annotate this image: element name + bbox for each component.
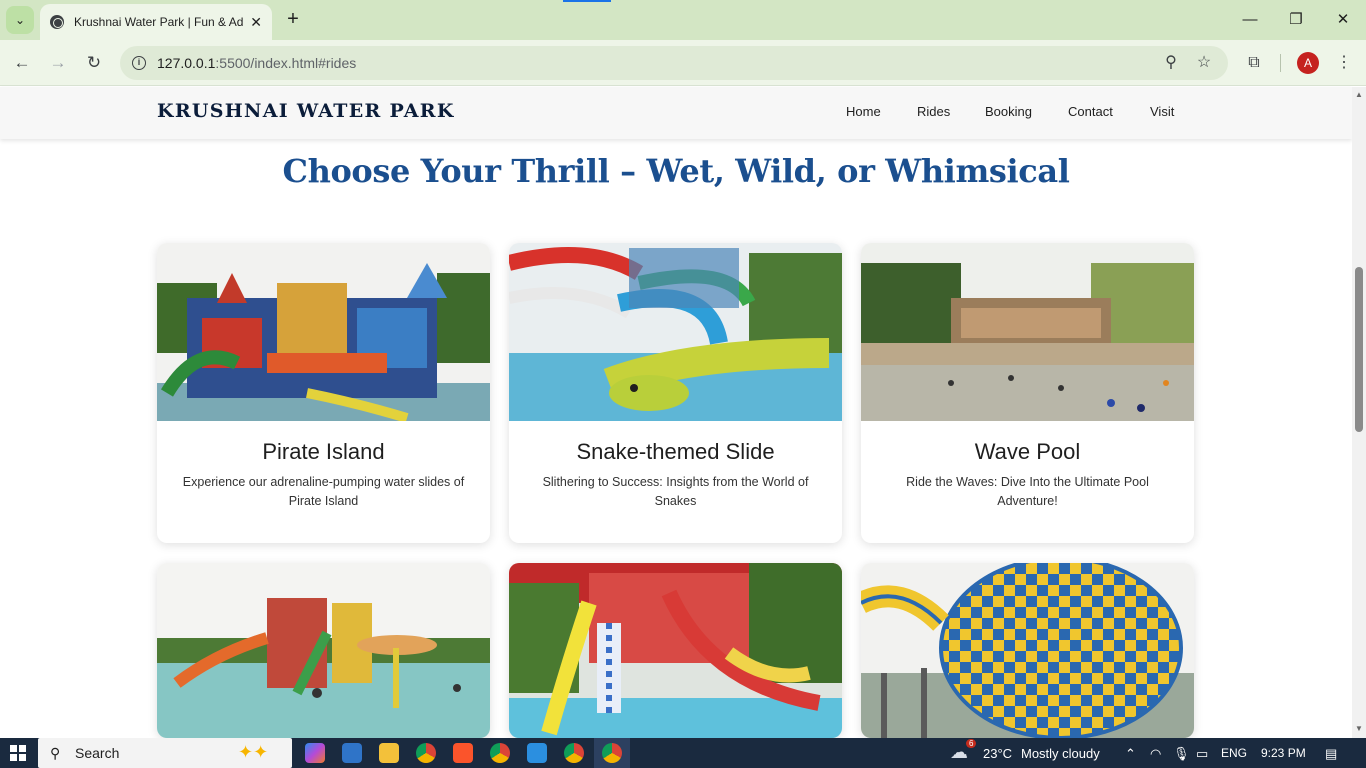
nav-home[interactable]: Home <box>846 104 881 119</box>
toolbar-divider <box>1280 54 1281 72</box>
bowl-slide-image <box>861 563 1194 738</box>
weather-condition[interactable]: Mostly cloudy <box>1021 746 1100 761</box>
browser-tab-strip: ⌄ Krushnai Water Park | Fun & Ad ✕ + — ❐… <box>0 0 1366 40</box>
wifi-icon[interactable]: ◠ <box>1150 746 1161 762</box>
reload-icon[interactable]: ↻ <box>82 51 106 75</box>
site-info-icon[interactable]: i <box>132 56 146 70</box>
browser-tab[interactable]: Krushnai Water Park | Fun & Ad ✕ <box>40 4 272 40</box>
kids-play-area-image <box>157 563 490 738</box>
search-icon: ⚲ <box>50 745 61 761</box>
scroll-up-icon[interactable]: ▲ <box>1355 91 1363 99</box>
bookmark-star-icon[interactable]: ☆ <box>1193 52 1215 74</box>
twister-slides-image <box>509 563 842 738</box>
copilot-icon[interactable] <box>305 743 325 763</box>
ride-title: Snake-themed Slide <box>576 439 775 464</box>
new-tab-plus-icon[interactable]: + <box>282 8 304 30</box>
ride-card-wave-pool[interactable]: Wave Pool Ride the Waves: Dive Into the … <box>861 243 1194 543</box>
site-brand[interactable]: KRUSHNAI WATER PARK <box>157 100 455 122</box>
vscode-icon[interactable] <box>527 743 547 763</box>
scroll-thumb[interactable] <box>1355 267 1363 432</box>
forward-arrow-icon[interactable]: → <box>46 51 70 75</box>
browser-toolbar: ← → ↻ i 127.0.0.1:5500/index.html#rides … <box>0 40 1366 86</box>
search-highlight-icon: ✦✦ <box>238 742 269 762</box>
nav-visit[interactable]: Visit <box>1150 104 1174 119</box>
taskbar-search[interactable]: ⚲ Search ✦✦ <box>38 738 292 768</box>
ride-card-kids-play-area[interactable] <box>157 563 490 738</box>
ride-title: Pirate Island <box>262 439 385 464</box>
file-explorer-icon[interactable] <box>379 743 399 763</box>
scroll-down-icon[interactable]: ▼ <box>1355 725 1363 733</box>
ride-description: Experience our adrenaline-pumping water … <box>182 475 465 508</box>
tab-close-icon[interactable]: ✕ <box>250 14 262 31</box>
back-arrow-icon[interactable]: ← <box>10 51 34 75</box>
ride-card-snake-slide[interactable]: Snake-themed Slide Slithering to Success… <box>509 243 842 543</box>
ride-description: Slithering to Success: Insights from the… <box>542 475 809 508</box>
battery-icon[interactable]: ▭ <box>1196 746 1208 762</box>
nav-booking[interactable]: Booking <box>985 104 1032 119</box>
windows-taskbar: ⚲ Search ✦✦ ☁ 6 23°C Mostly cloudy ⌃ ◠ 🎙… <box>0 738 1366 768</box>
minimize-icon[interactable]: — <box>1238 8 1262 32</box>
show-hidden-icons-chevron-icon[interactable]: ⌃ <box>1125 746 1136 762</box>
ride-description: Ride the Waves: Dive Into the Ultimate P… <box>906 475 1149 508</box>
close-window-icon[interactable]: ✕ <box>1331 8 1355 32</box>
chrome-profile-2-icon[interactable] <box>564 743 584 763</box>
notification-icon[interactable]: ▤ <box>1325 746 1337 762</box>
clock-time[interactable]: 9:23 PM <box>1261 746 1306 760</box>
page-scrollbar[interactable]: ▲ ▼ <box>1352 87 1366 738</box>
snake-slide-image <box>509 243 842 421</box>
loading-indicator <box>563 0 611 2</box>
chrome-icon[interactable] <box>416 743 436 763</box>
tab-search-chevron-icon[interactable]: ⌄ <box>6 6 34 34</box>
menu-kebab-icon[interactable]: ⋮ <box>1333 52 1355 74</box>
windows-start-icon[interactable] <box>10 745 26 761</box>
ride-card-bowl-slide[interactable] <box>861 563 1194 738</box>
store-icon[interactable] <box>342 743 362 763</box>
pirate-island-image <box>157 243 490 421</box>
chrome-profile-icon[interactable] <box>490 743 510 763</box>
wave-pool-image <box>861 243 1194 421</box>
site-header: KRUSHNAI WATER PARK Home Rides Booking C… <box>0 87 1352 139</box>
url-text[interactable]: 127.0.0.1:5500/index.html#rides <box>157 55 356 71</box>
restore-icon[interactable]: ❐ <box>1284 8 1308 32</box>
weather-temperature[interactable]: 23°C <box>983 746 1012 761</box>
ride-card-pirate-island[interactable]: Pirate Island Experience our adrenaline-… <box>157 243 490 543</box>
url-path: :5500/index.html#rides <box>215 55 357 71</box>
microphone-icon[interactable]: 🎙 <box>1173 746 1190 762</box>
weather-cloud-icon[interactable]: ☁ <box>950 742 968 763</box>
ride-title: Wave Pool <box>974 439 1081 464</box>
chrome-active-icon[interactable] <box>602 743 622 763</box>
profile-avatar[interactable]: A <box>1297 52 1319 74</box>
url-host: 127.0.0.1 <box>157 55 216 71</box>
zoom-icon[interactable]: ⚲ <box>1160 52 1182 74</box>
rides-section-title: Choose Your Thrill – Wet, Wild, or Whims… <box>282 152 1070 190</box>
ride-card-twister-slides[interactable] <box>509 563 842 738</box>
globe-icon <box>50 15 64 29</box>
nav-contact[interactable]: Contact <box>1068 104 1113 119</box>
nav-rides[interactable]: Rides <box>917 104 950 119</box>
address-bar[interactable]: i 127.0.0.1:5500/index.html#rides ⚲ ☆ <box>120 46 1228 80</box>
taskbar-search-label: Search <box>75 745 120 761</box>
language-indicator[interactable]: ENG <box>1221 746 1247 760</box>
weather-badge: 6 <box>966 739 977 748</box>
extensions-puzzle-icon[interactable]: ⧉ <box>1243 52 1265 74</box>
tab-title: Krushnai Water Park | Fun & Ad <box>74 15 244 29</box>
brave-icon[interactable] <box>453 743 473 763</box>
